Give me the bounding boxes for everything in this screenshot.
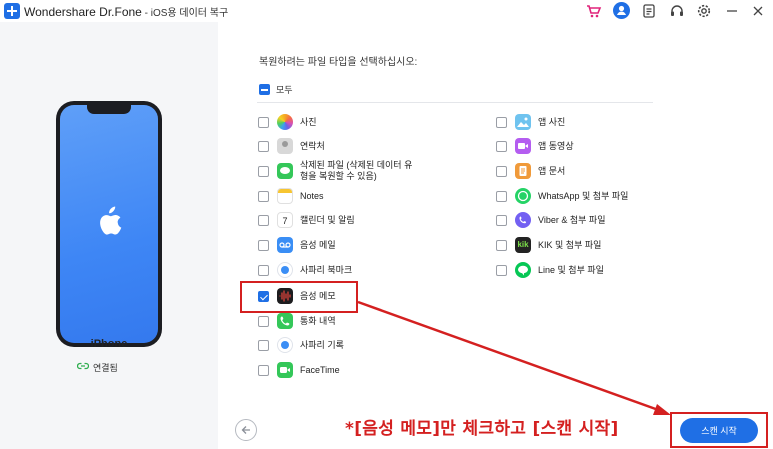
start-scan-button[interactable]: 스캔 시작 <box>680 418 758 443</box>
arrow-left-icon <box>241 426 250 434</box>
annotation-instruction: *[음성 메모]만 체크하고 [스캔 시작] <box>345 419 619 439</box>
annotation-arrow <box>357 300 671 415</box>
back-button[interactable] <box>235 419 257 441</box>
